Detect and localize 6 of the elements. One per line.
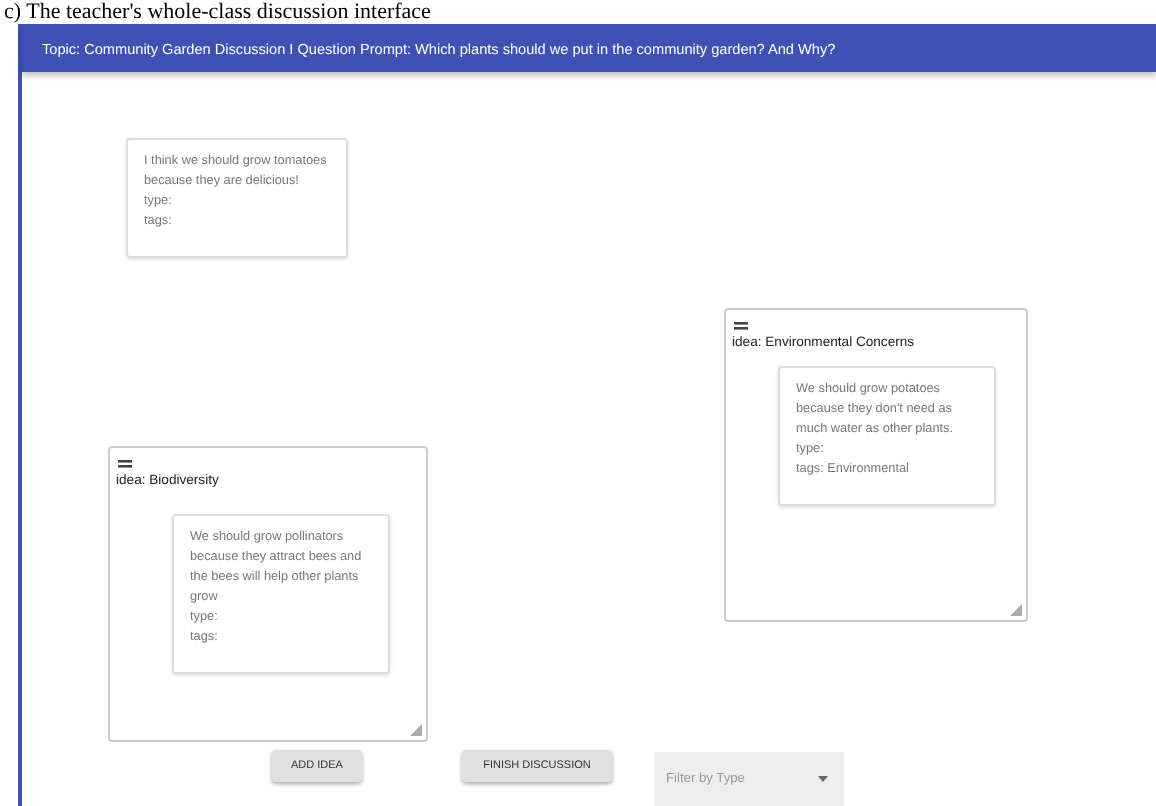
caret-icon [818, 776, 828, 782]
drag-handle-icon[interactable] [734, 322, 748, 330]
resize-handle-icon[interactable] [410, 724, 422, 736]
drag-handle-icon[interactable] [118, 460, 132, 468]
resize-handle-icon[interactable] [1010, 604, 1022, 616]
figure-caption: c) The teacher's whole-class discussion interface [4, 0, 431, 24]
